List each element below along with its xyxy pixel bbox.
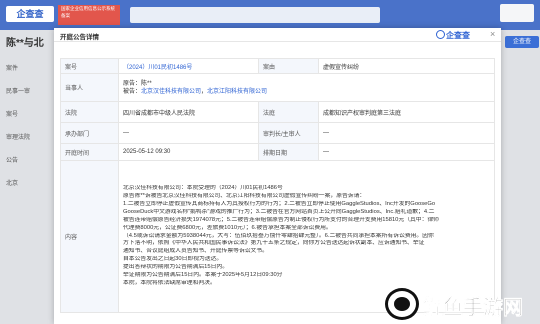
content-line: 提出答辩状的期限为公告期满后15日内。	[123, 264, 228, 271]
site-logo[interactable]: 企查查	[6, 6, 54, 22]
brand-name: 企查查	[446, 31, 470, 40]
cause-label: 案由	[258, 58, 319, 74]
background-item: 案件	[6, 66, 19, 72]
defendant-prefix: 被告：	[123, 88, 142, 95]
plaintiff: 原告：陈**	[123, 80, 152, 87]
background-item: 北京	[6, 181, 19, 187]
content-line: 北京汉佳科技有限公司：本院受理的（2024）川01民初1486号	[123, 185, 283, 192]
table-row: 案号 （2024）川01民初1486号 案由 虚假宣传纠纷	[60, 58, 495, 74]
credit-badge: 国家企业信用信息公示系统备案	[58, 5, 120, 25]
court-label: 法院	[60, 101, 119, 123]
content-line: 被告连带赔偿原告经济损失1974078元；5.二被告连带赔偿原告为制止侵权行为所…	[123, 216, 439, 223]
defendants: 被告：北京汉佳科技有限公司，北京江阳科技有限公司	[123, 88, 490, 96]
time-label: 开庭时间	[60, 143, 119, 161]
party-label: 当事人	[60, 73, 119, 102]
qcc-logo-icon	[436, 30, 445, 39]
modal-title: 开庭公告详情	[60, 34, 99, 41]
watermark: 鲤鱼手游网	[385, 287, 535, 321]
content-line: 举证期限为公告期满后15日内。本案于2025年5月12日09:30分	[123, 272, 283, 279]
dept-label: 承办部门	[60, 122, 119, 144]
user-menu[interactable]	[500, 4, 534, 22]
date-value: —	[318, 143, 495, 161]
background-left-column: 陈**与北 案件 民事一审 案号 审理法院 公告 北京	[6, 34, 50, 324]
court-value: 四川省成都市中级人民法院	[118, 101, 259, 123]
content-line: （4.5或诉讼请求金额为5938044元，大写：伍佰玖拾叁万捌仟零肆拾肆元整）。…	[123, 232, 434, 239]
table-row: 承办部门 — 审判长/主审人 —	[60, 122, 495, 144]
party-value: 原告：陈** 被告：北京汉佳科技有限公司，北京江阳科技有限公司	[118, 73, 495, 102]
content-line: 通知书、合议庭组成人员告知书、开庭传票等诉讼文书。	[123, 248, 268, 255]
judge-value: —	[318, 122, 495, 144]
content-line: 1.二被告立即停止虚假宣传其商标持有人为其授权行为的行为；2.二被告立即停止使用…	[123, 200, 436, 207]
cause-value: 虚假宣传纠纷	[318, 58, 495, 74]
case-no-label: 案号	[60, 58, 119, 74]
brand-logo: 企查查	[436, 30, 470, 41]
content-line: 自本公告发出之日起30日即视为送达。	[123, 256, 223, 263]
background-item: 公告	[6, 158, 19, 164]
table-row: 法院 四川省成都市中级人民法院 法庭 成都知识产权审判庭第三法庭	[60, 101, 495, 123]
time-value: 2025-05-12 09:30	[118, 143, 259, 161]
content-line: 代理费8000元，公证费6800元，差旅费1010元）；6.被告承担本案全部诉讼…	[123, 224, 332, 231]
content-label: 内容	[60, 160, 119, 313]
announcement-detail-modal: 开庭公告详情 企查查 × 案号 （2024）川01民初1486号 案由 虚假宣传…	[54, 28, 501, 324]
background-item: 审理法院	[6, 135, 31, 141]
background-item: 案号	[6, 112, 19, 118]
watermark-text: 鲤鱼手游网	[423, 295, 524, 320]
dept-value: —	[118, 122, 259, 144]
table-row: 当事人 原告：陈** 被告：北京汉佳科技有限公司，北京江阳科技有限公司	[60, 73, 495, 102]
background-item: 民事一审	[6, 89, 31, 95]
defendant-link-2[interactable]: 北京江阳科技有限公司	[207, 89, 267, 95]
search-input[interactable]	[130, 7, 380, 23]
close-icon[interactable]: ×	[490, 29, 495, 39]
content-line: GooseDuck中文游戏名称“鹅鸭杀”游戏的推广行为；3.二被告在官方网站首页…	[123, 208, 435, 215]
background-title: 陈**与北	[6, 38, 44, 49]
modal-header: 开庭公告详情 企查查 ×	[54, 28, 501, 42]
case-no-value[interactable]: （2024）川01民初1486号	[118, 58, 259, 74]
defendant-link-1[interactable]: 北京汉佳科技有限公司	[141, 89, 201, 95]
content-line: 原告陈**诉被告北京汉佳科技有限公司、北京江阳科技有限公司虚假宣传纠纷一案，原告…	[123, 193, 366, 200]
top-bar: 企查查 国家企业信用信息公示系统备案	[0, 0, 540, 30]
detail-table: 案号 （2024）川01民初1486号 案由 虚假宣传纠纷 当事人 原告：陈**…	[60, 58, 495, 313]
fish-logo-icon	[385, 288, 419, 320]
content-line: 方下落不明，依照《中华人民共和国民事诉讼法》第九十五条之规定，向你方公告送达起诉…	[123, 240, 425, 247]
judge-label: 审判长/主审人	[258, 122, 319, 144]
table-row: 开庭时间 2025-05-12 09:30 排期日期 —	[60, 143, 495, 161]
tribunal-value: 成都知识产权审判庭第三法庭	[318, 101, 495, 123]
background-button[interactable]: 企查查	[505, 36, 539, 48]
tribunal-label: 法庭	[258, 101, 319, 123]
date-label: 排期日期	[258, 143, 319, 161]
